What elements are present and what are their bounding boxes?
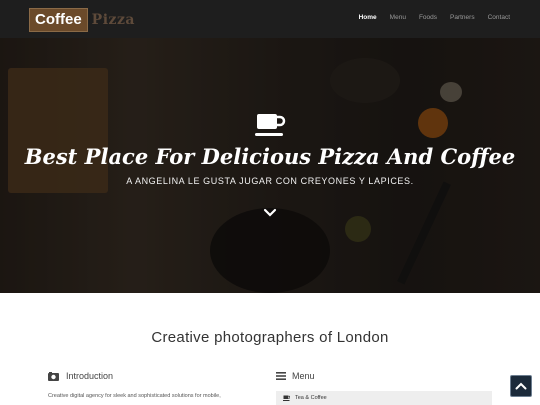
hero-subtitle: A ANGELINA LE GUSTA JUGAR CON CREYONES Y… <box>126 176 414 186</box>
menu-item-tea-coffee[interactable]: Tea & Coffee <box>276 391 492 405</box>
nav-home[interactable]: Home <box>359 14 377 21</box>
nav-foods[interactable]: Foods <box>419 14 437 21</box>
coffee-cup-icon <box>283 395 290 401</box>
camera-icon <box>48 371 59 381</box>
brand-pizza-text: Pizza <box>91 12 135 28</box>
hamburger-icon <box>276 372 286 380</box>
menu-item-label: Tea & Coffee <box>295 395 327 401</box>
brand-logo[interactable]: Coffee Pizza <box>29 8 135 32</box>
section-title: Creative photographers of London <box>151 329 389 346</box>
hero-section: Best Place For Delicious Pizza And Coffe… <box>0 38 540 293</box>
hero-title: Best Place For Delicious Pizza And Coffe… <box>24 144 516 169</box>
nav-menu[interactable]: Menu <box>390 14 406 21</box>
nav-links: Home Menu Foods Partners Contact <box>359 14 510 21</box>
chevron-down-icon[interactable] <box>263 208 277 218</box>
menu-heading: Menu <box>276 371 315 381</box>
top-navbar: Coffee Pizza Home Menu Foods Partners Co… <box>0 0 540 38</box>
intro-heading-label: Introduction <box>66 371 114 381</box>
intro-heading: Introduction <box>48 371 113 381</box>
nav-partners[interactable]: Partners <box>450 14 475 21</box>
nav-contact[interactable]: Contact <box>488 14 510 21</box>
scroll-to-top-button[interactable] <box>510 375 532 397</box>
coffee-cup-icon <box>255 114 286 136</box>
brand-coffee-text: Coffee <box>29 8 88 32</box>
intro-text: Creative digital agency for sleek and so… <box>48 393 221 399</box>
chevron-up-icon <box>515 382 527 390</box>
menu-heading-label: Menu <box>292 371 315 381</box>
